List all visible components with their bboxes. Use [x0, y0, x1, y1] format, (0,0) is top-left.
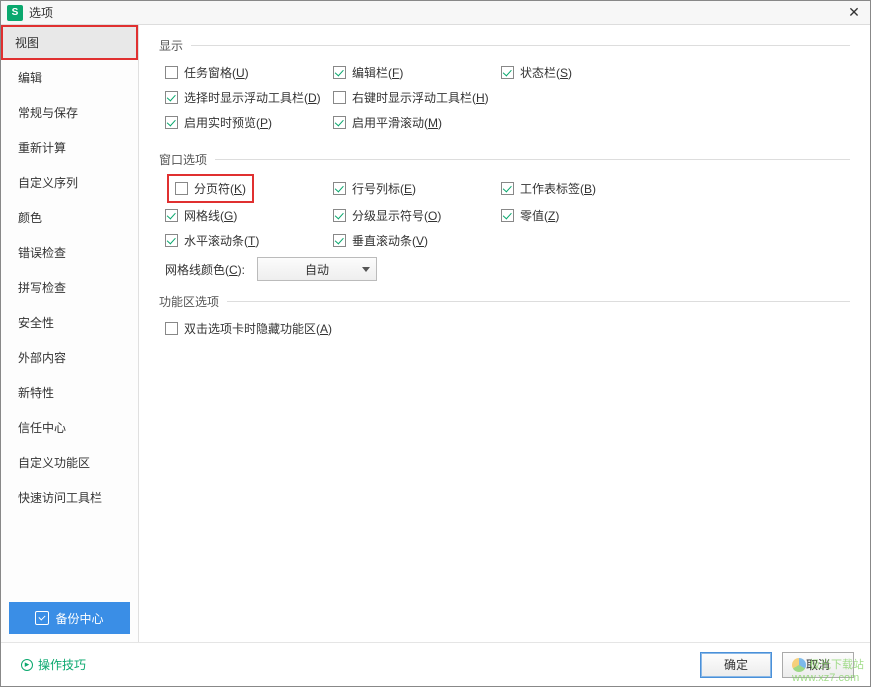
label-zerovalue[interactable]: 零值(Z) — [520, 207, 559, 224]
sidebar-item-label: 颜色 — [18, 211, 42, 225]
titlebar: S 选项 ✕ — [1, 1, 870, 25]
sidebar-item-label: 拼写检查 — [18, 281, 66, 295]
dropdown-value: 自动 — [305, 261, 329, 278]
sidebar-item-label: 常规与保存 — [18, 106, 78, 120]
label-vscroll[interactable]: 垂直滚动条(V) — [352, 232, 428, 249]
sidebar-item-label: 重新计算 — [18, 141, 66, 155]
sidebar-item-general[interactable]: 常规与保存 — [1, 95, 138, 130]
chevron-down-icon — [362, 267, 370, 272]
backup-label: 备份中心 — [55, 610, 103, 627]
sidebar-item-label: 视图 — [15, 36, 39, 50]
section-display: 显示 任务窗格(U) 编辑栏(F) 状态栏(S) 选择时显示浮动工具栏(D) 右… — [159, 37, 850, 139]
gridcolor-label: 网格线颜色(C): — [165, 261, 245, 278]
section-ribbon: 功能区选项 双击选项卡时隐藏功能区(A) — [159, 293, 850, 345]
sidebar-item-errorcheck[interactable]: 错误检查 — [1, 235, 138, 270]
sidebar: 视图 编辑 常规与保存 重新计算 自定义序列 颜色 错误检查 拼写检查 安全性 … — [1, 25, 139, 642]
sidebar-item-recalc[interactable]: 重新计算 — [1, 130, 138, 165]
dialog-body: 视图 编辑 常规与保存 重新计算 自定义序列 颜色 错误检查 拼写检查 安全性 … — [1, 25, 870, 642]
close-icon[interactable]: ✕ — [844, 3, 864, 23]
ok-button[interactable]: 确定 — [700, 652, 772, 678]
label-sheettabs[interactable]: 工作表标签(B) — [520, 180, 596, 197]
label-outlinesymbol[interactable]: 分级显示符号(O) — [352, 207, 441, 224]
footer: ▸ 操作技巧 确定 取消 极光下载站www.xz7.com — [1, 642, 870, 686]
checkbox-pagebreak[interactable] — [175, 182, 188, 195]
backup-center-button[interactable]: 备份中心 — [9, 602, 130, 634]
play-icon: ▸ — [21, 659, 33, 671]
sidebar-item-security[interactable]: 安全性 — [1, 305, 138, 340]
sidebar-item-label: 自定义功能区 — [18, 456, 90, 470]
cancel-button[interactable]: 取消 — [782, 652, 854, 678]
checkbox-hscroll[interactable] — [165, 234, 178, 247]
sidebar-item-color[interactable]: 颜色 — [1, 200, 138, 235]
sidebar-item-label: 自定义序列 — [18, 176, 78, 190]
section-title: 功能区选项 — [159, 293, 219, 310]
sidebar-item-newfeature[interactable]: 新特性 — [1, 375, 138, 410]
sidebar-item-customlist[interactable]: 自定义序列 — [1, 165, 138, 200]
app-icon: S — [7, 5, 23, 21]
checkbox-taskpane[interactable] — [165, 66, 178, 79]
checkbox-sheettabs[interactable] — [501, 182, 514, 195]
checkbox-gridlines[interactable] — [165, 209, 178, 222]
sidebar-item-edit[interactable]: 编辑 — [1, 60, 138, 95]
checkbox-outlinesymbol[interactable] — [333, 209, 346, 222]
label-smoothscroll[interactable]: 启用平滑滚动(M) — [352, 114, 442, 131]
label-rightclick-toolbar[interactable]: 右键时显示浮动工具栏(H) — [352, 89, 489, 106]
label-statusbar[interactable]: 状态栏(S) — [520, 64, 572, 81]
label-livepreview[interactable]: 启用实时预览(P) — [184, 114, 272, 131]
label-select-toolbar[interactable]: 选择时显示浮动工具栏(D) — [184, 89, 321, 106]
divider — [215, 159, 850, 160]
divider — [191, 45, 850, 46]
button-label: 确定 — [724, 656, 748, 673]
checkbox-statusbar[interactable] — [501, 66, 514, 79]
checkbox-dblclickhide[interactable] — [165, 322, 178, 335]
label-gridlines[interactable]: 网格线(G) — [184, 207, 237, 224]
window-title: 选项 — [29, 4, 844, 21]
tips-label: 操作技巧 — [38, 656, 86, 673]
sidebar-item-label: 新特性 — [18, 386, 54, 400]
section-title: 显示 — [159, 37, 183, 54]
checkbox-zerovalue[interactable] — [501, 209, 514, 222]
sidebar-item-label: 编辑 — [18, 71, 42, 85]
section-title: 窗口选项 — [159, 151, 207, 168]
divider — [227, 301, 850, 302]
sidebar-item-quickaccess[interactable]: 快速访问工具栏 — [1, 480, 138, 515]
section-window-options: 窗口选项 分页符(K) 行号列标(E) 工作表标签(B) 网格线(G) 分级显示… — [159, 151, 850, 281]
highlight-pagebreak: 分页符(K) — [167, 174, 254, 203]
button-label: 取消 — [806, 656, 830, 673]
sidebar-item-view[interactable]: 视图 — [1, 25, 138, 60]
options-dialog: S 选项 ✕ 视图 编辑 常规与保存 重新计算 自定义序列 颜色 错误检查 拼写… — [0, 0, 871, 687]
checkbox-vscroll[interactable] — [333, 234, 346, 247]
label-dblclickhide[interactable]: 双击选项卡时隐藏功能区(A) — [184, 320, 332, 337]
label-rowcolheader[interactable]: 行号列标(E) — [352, 180, 416, 197]
sidebar-item-label: 信任中心 — [18, 421, 66, 435]
checkbox-rowcolheader[interactable] — [333, 182, 346, 195]
gridcolor-dropdown[interactable]: 自动 — [257, 257, 377, 281]
content-pane: 显示 任务窗格(U) 编辑栏(F) 状态栏(S) 选择时显示浮动工具栏(D) 右… — [139, 25, 870, 642]
sidebar-item-external[interactable]: 外部内容 — [1, 340, 138, 375]
checkbox-rightclick-toolbar[interactable] — [333, 91, 346, 104]
sidebar-item-label: 外部内容 — [18, 351, 66, 365]
checkbox-select-toolbar[interactable] — [165, 91, 178, 104]
label-editbar[interactable]: 编辑栏(F) — [352, 64, 403, 81]
sidebar-items: 视图 编辑 常规与保存 重新计算 自定义序列 颜色 错误检查 拼写检查 安全性 … — [1, 25, 138, 594]
sidebar-item-label: 安全性 — [18, 316, 54, 330]
checkbox-livepreview[interactable] — [165, 116, 178, 129]
sidebar-item-customribbon[interactable]: 自定义功能区 — [1, 445, 138, 480]
tips-link[interactable]: ▸ 操作技巧 — [11, 648, 96, 681]
checkbox-editbar[interactable] — [333, 66, 346, 79]
label-hscroll[interactable]: 水平滚动条(T) — [184, 232, 259, 249]
sidebar-item-label: 快速访问工具栏 — [18, 491, 102, 505]
label-taskpane[interactable]: 任务窗格(U) — [184, 64, 249, 81]
backup-icon — [35, 611, 49, 625]
sidebar-item-label: 错误检查 — [18, 246, 66, 260]
sidebar-item-spellcheck[interactable]: 拼写检查 — [1, 270, 138, 305]
sidebar-item-trustcenter[interactable]: 信任中心 — [1, 410, 138, 445]
checkbox-smoothscroll[interactable] — [333, 116, 346, 129]
label-pagebreak[interactable]: 分页符(K) — [194, 180, 246, 197]
